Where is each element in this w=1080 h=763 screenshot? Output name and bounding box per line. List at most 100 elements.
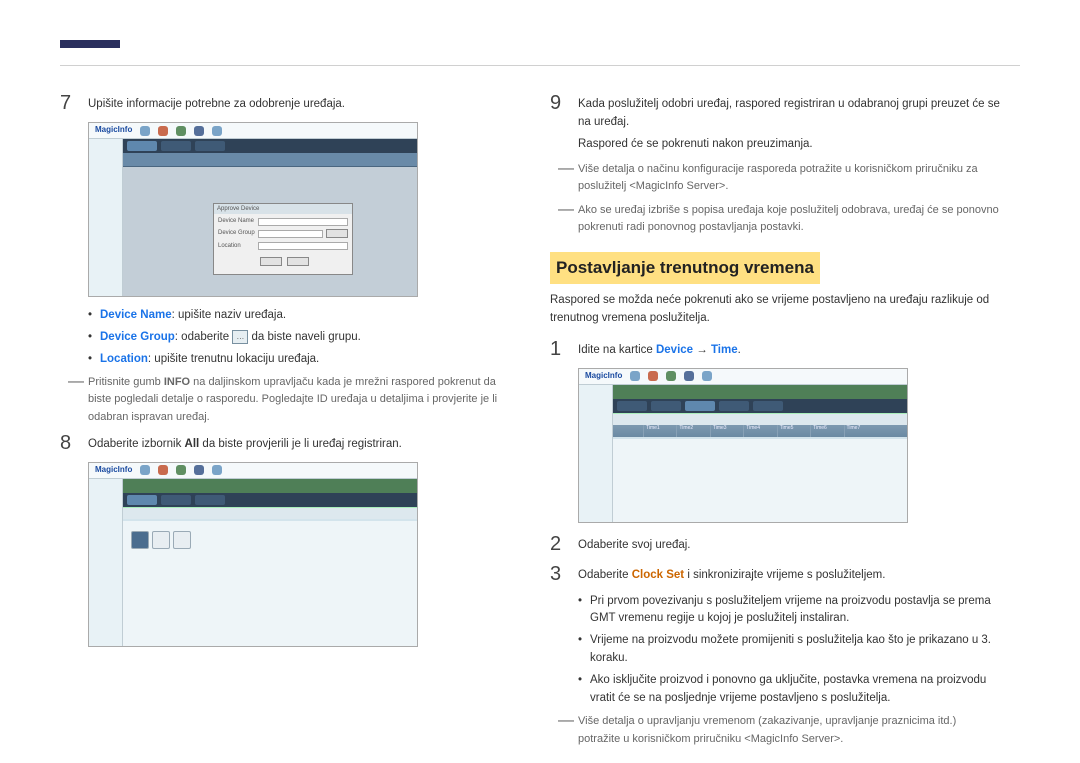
screenshot-device-time: MagicInfo Time1 Time2 Time3 Time4 [578, 368, 908, 523]
refresh-btn [173, 531, 191, 549]
approve-dialog: Approve Device Device Name Device Group … [213, 203, 353, 275]
step-3: 3 Odaberite Clock Set i sinkronizirajte … [550, 563, 1000, 585]
step-text: Odaberite svoj uređaj. [578, 533, 1000, 555]
bullet-device-group: • Device Group: odaberite … da biste nav… [88, 329, 510, 347]
bullet-list-device-fields: • Device Name: upišite naziv uređaja. • … [88, 307, 510, 368]
shot-tab [685, 401, 715, 411]
note-text: Više detalja o upravljanju vremenom (zak… [578, 713, 1000, 747]
shot-greenbar [613, 385, 907, 399]
bullet-text: Pri prvom povezivanju s poslužiteljem vr… [590, 593, 1000, 629]
app-logo: MagicInfo [95, 124, 132, 136]
dash-icon: ― [558, 202, 578, 236]
bullet-rest: : upišite naziv uređaja. [172, 309, 286, 321]
shot-filterbar [123, 507, 417, 519]
dlg-label: Device Group [218, 229, 258, 238]
browse-icon: … [232, 330, 248, 344]
note-text: Ako se uređaj izbriše s popisa uređaja k… [578, 202, 1000, 236]
bullet-dot: • [88, 307, 100, 325]
view-buttons [131, 531, 191, 549]
section-heading-time: Postavljanje trenutnog vremena [550, 252, 820, 284]
time-col: Time6 [810, 425, 843, 437]
shot-sidebar [579, 385, 613, 522]
list-view-btn [152, 531, 170, 549]
app-logo: MagicInfo [95, 464, 132, 476]
shot-tab [617, 401, 647, 411]
right-column: 9 Kada poslužitelj odobri uređaj, raspor… [550, 92, 1000, 754]
nav-icon [666, 371, 676, 381]
dash-icon: ― [68, 374, 88, 425]
bullet-item: •Vrijeme na proizvodu možete promijeniti… [578, 632, 1000, 668]
time-column-header: Time1 Time2 Time3 Time4 Time5 Time6 Time… [613, 425, 907, 437]
screenshot-all-devices: MagicInfo [88, 462, 418, 647]
shot-tab [719, 401, 749, 411]
note-info-button: ― Pritisnite gumb INFO na daljinskom upr… [68, 374, 510, 425]
step-1: 1 Idite na kartice Device → Time. [550, 338, 1000, 360]
shot-tab [127, 141, 157, 151]
time-col: Time7 [844, 425, 877, 437]
dash-icon: ― [558, 713, 578, 747]
step-post: i sinkronizirajte vrijeme s poslužitelje… [684, 569, 885, 581]
nav-icon [702, 371, 712, 381]
note-time-management: ― Više detalja o upravljanju vremenom (z… [558, 713, 1000, 747]
bullet-item: •Pri prvom povezivanju s poslužiteljem v… [578, 593, 1000, 629]
bullet-dot: • [578, 593, 590, 629]
dlg-footer [214, 257, 352, 271]
page-header-rule [60, 65, 1020, 66]
shot-tab [195, 495, 225, 505]
time-col: Time2 [676, 425, 709, 437]
bullet-label: Device Group [100, 331, 175, 343]
nav-icon [630, 371, 640, 381]
dlg-label: Device Name [218, 217, 258, 226]
shot-main: Approve Device Device Name Device Group … [123, 139, 417, 296]
bullet-list-time-notes: •Pri prvom povezivanju s poslužiteljem v… [578, 593, 1000, 708]
step-number: 3 [550, 563, 578, 585]
nav-icon [212, 126, 222, 136]
dlg-browse-btn [326, 229, 348, 238]
nav-icon [648, 371, 658, 381]
step-number: 8 [60, 432, 88, 454]
shot-topbar: MagicInfo [89, 123, 417, 139]
step-link-time: Time [711, 344, 738, 356]
step-link-clockset: Clock Set [632, 569, 684, 581]
shot-content: Approve Device Device Name Device Group … [123, 167, 417, 296]
shot-main [123, 479, 417, 646]
left-column: 7 Upišite informacije potrebne za odobre… [60, 92, 510, 657]
dash-icon: ― [558, 161, 578, 195]
time-col: Time1 [643, 425, 676, 437]
section-intro: Raspored se možda neće pokrenuti ako se … [550, 292, 1000, 328]
note-schedule-config: ― Više detalja o načinu konfiguracije ra… [558, 161, 1000, 195]
step-text: Upišite informacije potrebne za odobrenj… [88, 92, 510, 114]
time-col: Time3 [710, 425, 743, 437]
shot-topbar: MagicInfo [579, 369, 907, 385]
step-8: 8 Odaberite izbornik All da biste provje… [60, 432, 510, 454]
bullet-item: •Ako isključite proizvod i ponovno ga uk… [578, 672, 1000, 708]
shot-sidebar [89, 139, 123, 296]
shot-topbar: MagicInfo [89, 463, 417, 479]
shot-tab [195, 141, 225, 151]
shot-subbar [123, 153, 417, 167]
bullet-dot: • [88, 329, 100, 347]
nav-icon [194, 465, 204, 475]
step-number: 9 [550, 92, 578, 153]
shot-tabbar [613, 399, 907, 413]
step-pre: Odaberite izbornik [88, 438, 185, 450]
nav-icon [176, 126, 186, 136]
dlg-input [258, 218, 348, 226]
shot-tabbar [123, 139, 417, 153]
step-7: 7 Upišite informacije potrebne za odobre… [60, 92, 510, 114]
shot-tab [161, 141, 191, 151]
nav-icon [684, 371, 694, 381]
bullet-location: • Location: upišite trenutnu lokaciju ur… [88, 351, 510, 369]
step-number: 1 [550, 338, 578, 360]
dlg-input [258, 230, 323, 238]
step-pre: Idite na kartice [578, 344, 656, 356]
nav-icon [194, 126, 204, 136]
shot-tab [753, 401, 783, 411]
time-col: Time5 [777, 425, 810, 437]
shot-filterbar [613, 413, 907, 425]
screenshot-approve-device: MagicInfo Approve Device Device Name Dev… [88, 122, 418, 297]
step-post: da biste provjerili je li uređaj registr… [199, 438, 402, 450]
step-number: 2 [550, 533, 578, 555]
step-pre: Odaberite [578, 569, 632, 581]
bullet-rest: : upišite trenutnu lokaciju uređaja. [148, 353, 319, 365]
